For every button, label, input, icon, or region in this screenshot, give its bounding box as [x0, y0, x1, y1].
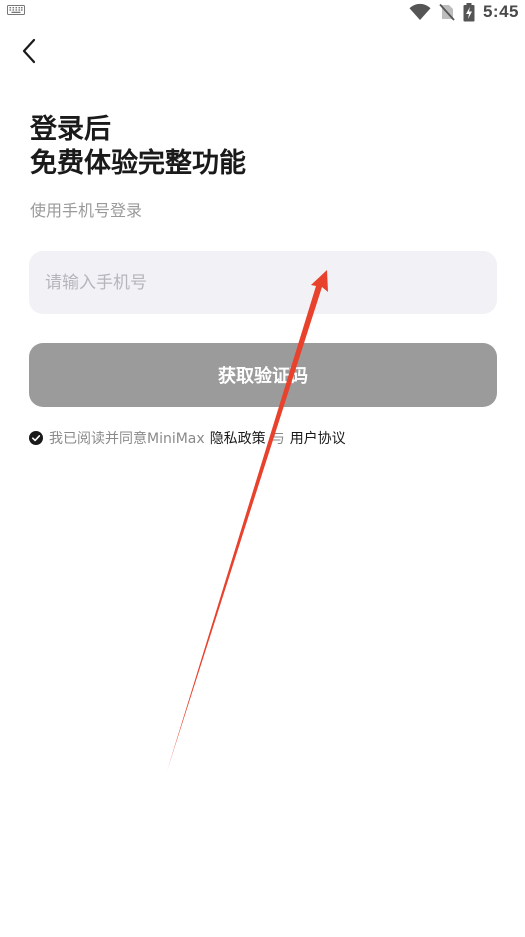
get-verification-code-button[interactable]: 获取验证码 — [29, 343, 497, 407]
title-line-2: 免费体验完整功能 — [30, 148, 246, 179]
agreement-separator: 与 — [270, 431, 285, 447]
login-screen: 5:45 登录后 免费体验完整功能 使用手机号登录 获取验证码 我已阅读并同意M… — [0, 0, 525, 937]
agreement-row: 我已阅读并同意MiniMax 隐私政策 与 用户协议 — [29, 428, 346, 448]
page-title: 登录后 免费体验完整功能 — [30, 113, 490, 181]
privacy-policy-link[interactable]: 隐私政策 — [210, 428, 266, 448]
login-method-subtitle: 使用手机号登录 — [30, 201, 143, 220]
back-button[interactable] — [14, 34, 44, 68]
phone-number-input[interactable] — [29, 251, 497, 314]
status-bar: 5:45 — [0, 0, 525, 24]
status-icons: 5:45 — [409, 0, 519, 24]
chevron-left-icon — [22, 38, 36, 64]
wifi-icon — [409, 3, 431, 20]
status-time: 5:45 — [482, 2, 519, 21]
user-agreement-link[interactable]: 用户协议 — [290, 428, 346, 448]
keyboard-icon — [7, 5, 25, 15]
no-sim-icon — [439, 3, 455, 21]
title-line-1: 登录后 — [30, 114, 111, 145]
battery-charging-icon — [463, 2, 475, 21]
agreement-text: 我已阅读并同意MiniMax — [49, 431, 205, 447]
agreement-checkbox[interactable] — [29, 431, 43, 445]
